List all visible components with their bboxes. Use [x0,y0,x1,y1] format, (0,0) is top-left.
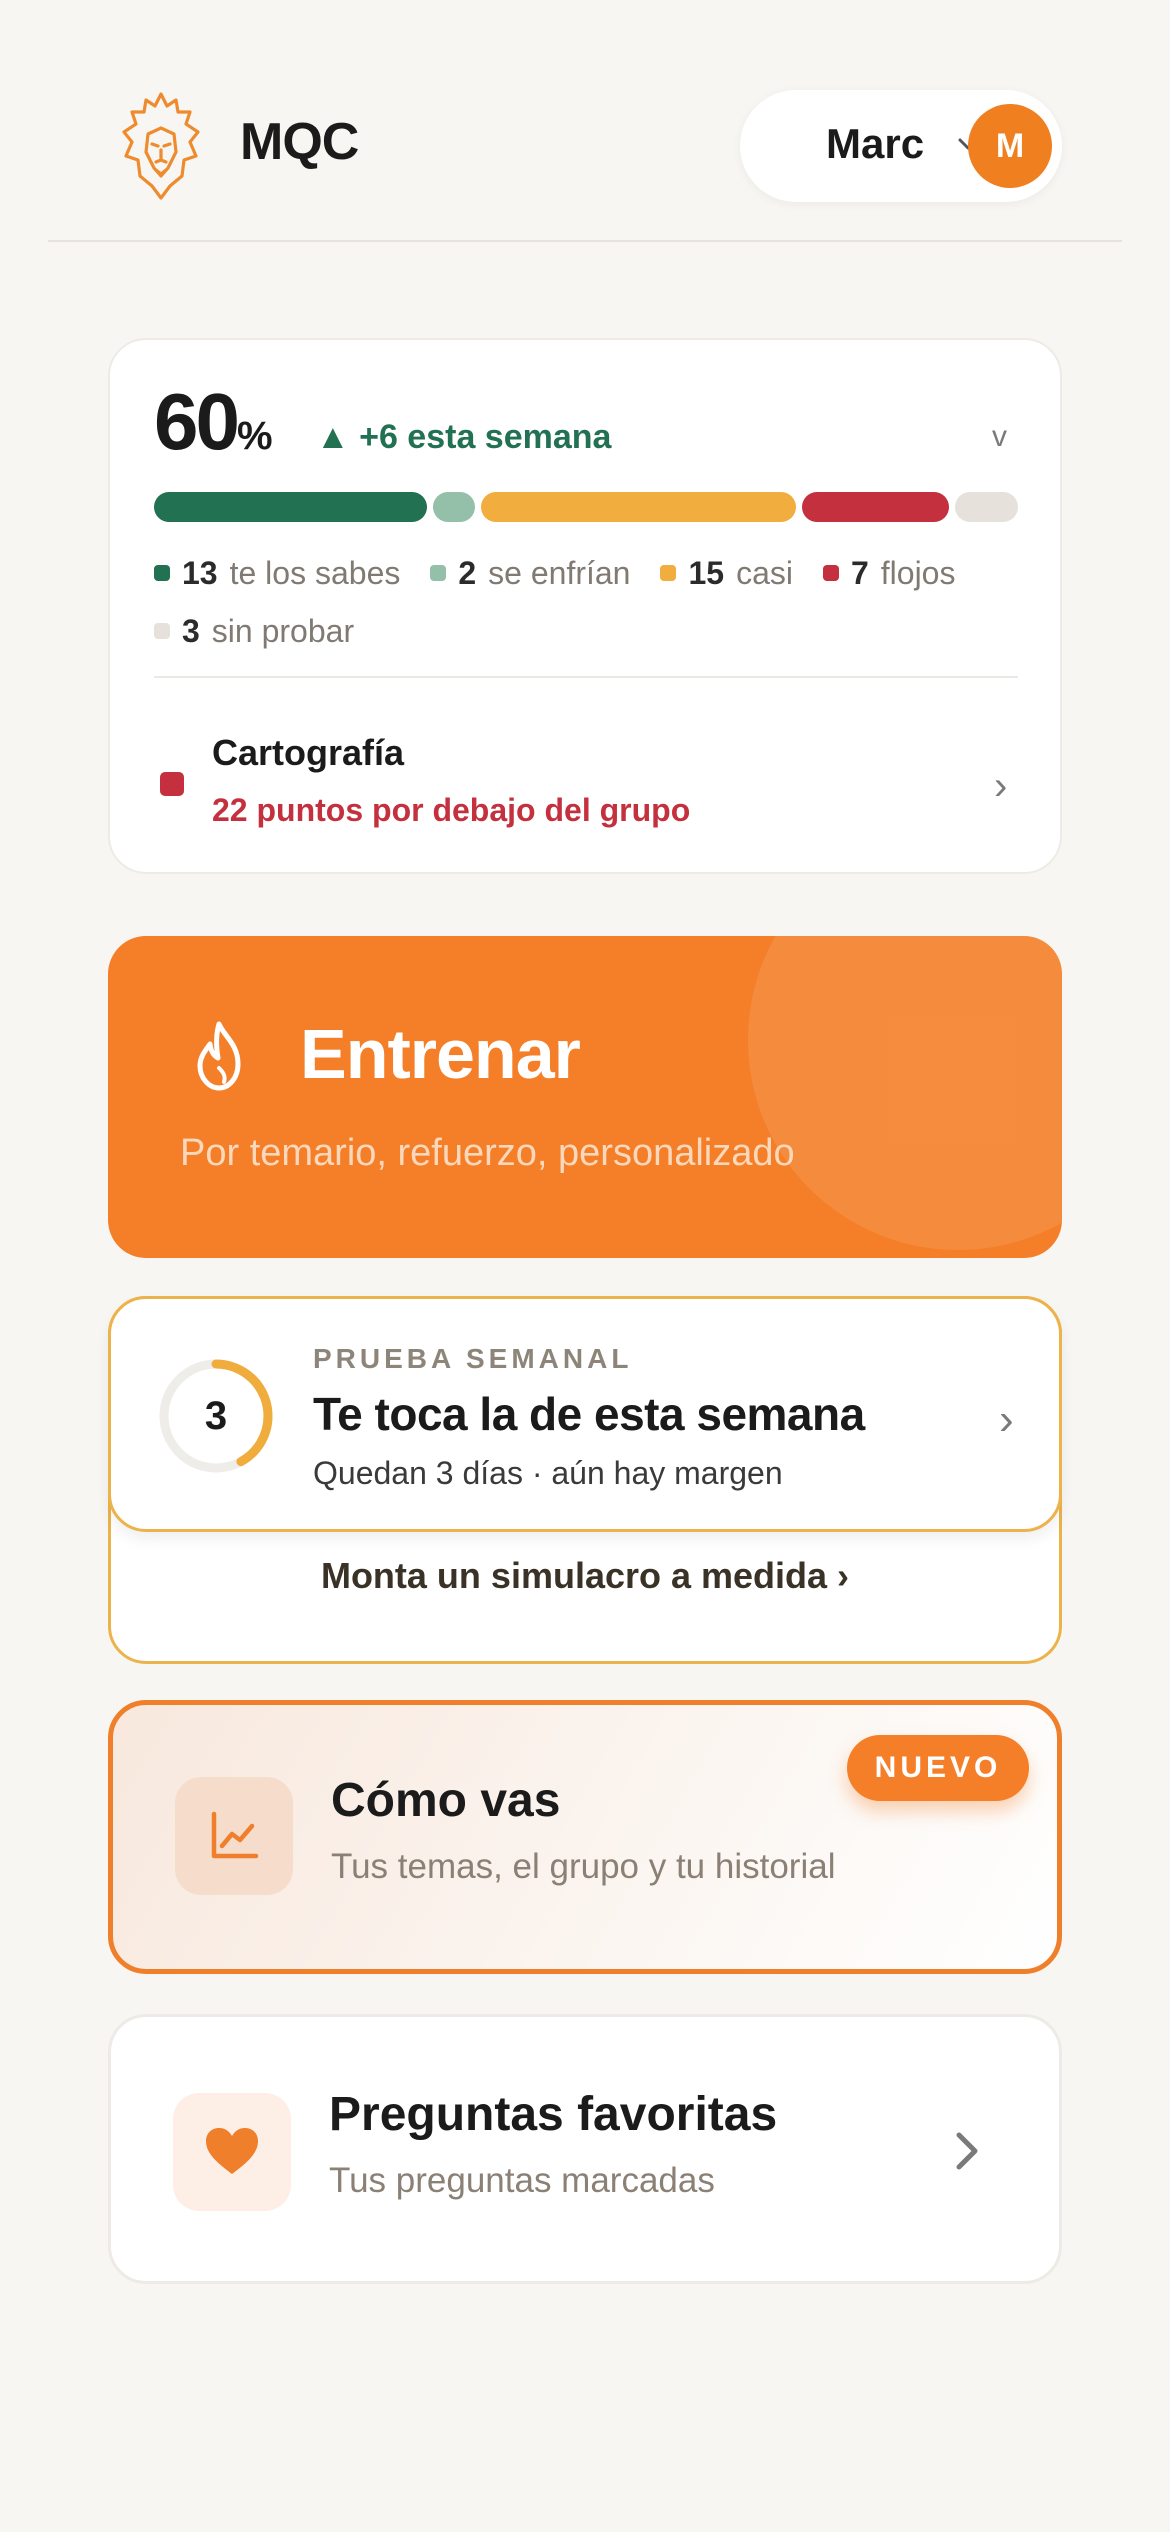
train-subtitle: Por temario, refuerzo, personalizado [180,1132,795,1174]
legend-count: 7 [850,554,869,591]
weak-topic-marker [160,772,184,796]
train-button[interactable]: Entrenar Por temario, refuerzo, personal… [108,936,1062,1258]
progress-overview-button[interactable]: Cómo vas Tus temas, el grupo y tu histor… [108,1700,1062,1974]
legend-untried: 3 sin probar [154,613,354,650]
progress-card: 60% ▲ +6 esta semana v 13 te los sabes 2… [108,338,1062,874]
user-name: Marc [826,120,925,167]
chevron-right-icon: › [994,764,1008,808]
chevron-right-icon [956,2132,978,2170]
legend-dot [430,565,447,581]
percent-sign: % [236,414,273,458]
lion-logo-icon [122,92,200,200]
progress-overview-title: Cómo vas [331,1774,561,1827]
legend-almost: 15 casi [660,555,793,592]
legend-label: flojos [880,554,956,591]
legend-count: 3 [182,612,200,649]
progress-segment-weak [802,492,949,522]
weak-topic-subtitle: 22 puntos por debajo del grupo [212,792,691,828]
new-badge: NUEVO [847,1735,1029,1801]
expand-toggle[interactable]: v [992,420,1007,454]
progress-legend: 13 te los sabes 2 se enfrían 15 casi 7 f… [154,548,1034,664]
legend-count: 2 [458,554,477,591]
weekly-test-title: Te toca la de esta semana [313,1388,865,1440]
legend-label: te los sabes [229,554,401,591]
legend-dot [154,565,170,581]
legend-weak: 7 flojos [822,554,956,592]
progress-overview-subtitle: Tus temas, el grupo y tu historial [331,1847,836,1886]
legend-cooling: 2 se enfrían [430,555,630,592]
legend-dot [154,623,170,639]
brand-name: MQC [240,113,359,171]
custom-simulation-link[interactable]: Monta un simulacro a medida › [111,1555,1059,1597]
progress-segment-almost [481,492,796,522]
train-title: Entrenar [300,1015,581,1093]
card-divider [154,676,1018,678]
overall-percent: 60% [154,376,273,468]
legend-known: 13 te los sabes [154,555,400,592]
weak-topic-title: Cartografía [212,732,405,773]
progress-segment-known [154,492,427,522]
avatar: M [968,104,1052,188]
legend-count: 15 [688,554,725,591]
legend-label: sin probar [211,612,355,649]
days-left-number: 3 [204,1393,228,1438]
weekly-delta: ▲ +6 esta semana [316,418,612,456]
weekly-test-card: 3 PRUEBA SEMANAL Te toca la de esta sema… [108,1296,1062,1664]
heart-tile [173,2093,291,2211]
heart-icon [206,2128,258,2174]
favorite-questions-button[interactable]: Preguntas favoritas Tus preguntas marcad… [108,2014,1062,2284]
flame-icon [197,1021,241,1091]
progress-segment-cooling [433,492,475,522]
chart-line-icon [211,1811,259,1859]
decorative-circle [748,936,1062,1250]
percent-value: 60 [154,377,240,466]
favorite-questions-subtitle: Tus preguntas marcadas [329,2161,715,2200]
chevron-right-icon: › [999,1395,1014,1444]
app-header: MQC Marc M [48,0,1122,242]
chart-tile [175,1777,293,1895]
legend-label: se enfrían [488,554,631,591]
weekly-test-button[interactable]: 3 PRUEBA SEMANAL Te toca la de esta sema… [108,1296,1062,1532]
weekly-test-label: PRUEBA SEMANAL [313,1343,633,1374]
progress-segment-untried [955,492,1018,522]
legend-dot [822,565,839,581]
progress-stacked-bar [154,492,1018,522]
favorite-questions-title: Preguntas favoritas [329,2088,778,2141]
legend-dot [660,565,677,581]
user-menu-button[interactable]: Marc M [740,90,1062,202]
legend-count: 13 [182,554,218,591]
legend-label: casi [736,554,793,591]
weekly-test-subtitle: Quedan 3 días · aún hay margen [313,1455,783,1491]
